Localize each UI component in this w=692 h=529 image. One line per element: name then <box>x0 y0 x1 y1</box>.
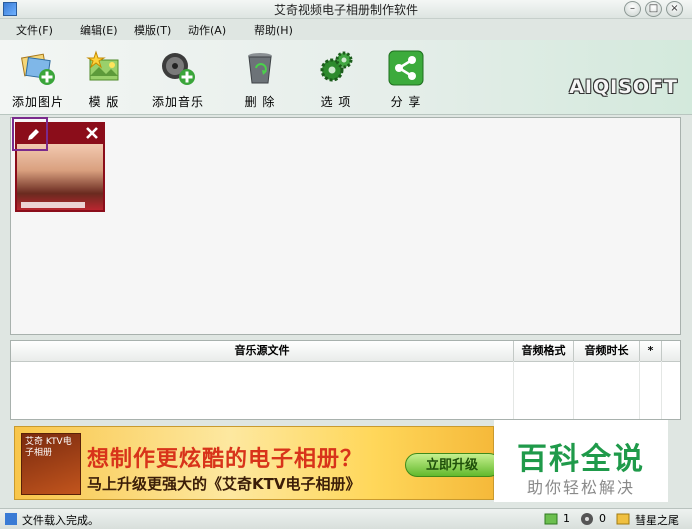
status-message: 文件载入完成。 <box>22 514 99 527</box>
template-status-icon <box>616 513 630 525</box>
status-bar: 文件载入完成。 1 0 彗星之尾 <box>0 508 692 529</box>
photo-thumbnail[interactable] <box>12 117 105 212</box>
music-count-icon <box>581 513 593 525</box>
options-label: 选 项 <box>320 95 352 109</box>
minimize-button[interactable]: – <box>624 1 641 17</box>
options-button[interactable]: 选 项 <box>304 46 368 112</box>
menu-file[interactable]: 文件(F) <box>16 22 53 38</box>
window-title: 艾奇视频电子相册制作软件 <box>273 3 418 17</box>
add-photo-icon <box>21 53 55 85</box>
delete-label: 删 除 <box>244 95 276 109</box>
template-button[interactable]: 模 版 <box>72 46 136 112</box>
add-music-button[interactable]: 添加音乐 <box>146 46 210 112</box>
column-divider <box>513 361 514 419</box>
photo-caption-strip <box>21 202 85 208</box>
menu-template[interactable]: 模版(T) <box>134 22 171 38</box>
column-divider <box>639 361 640 419</box>
toolbar: 添加图片 模 版 添加音乐 删 除 选 项 分 享 AIQISOFT <box>0 40 692 115</box>
remove-photo-icon[interactable] <box>85 126 99 140</box>
music-count: 0 <box>599 512 606 525</box>
column-divider <box>661 361 662 419</box>
watermark-title: 百科全说 <box>517 442 645 477</box>
col-star[interactable]: * <box>640 341 662 361</box>
share-label: 分 享 <box>390 95 422 109</box>
menu-edit[interactable]: 编辑(E) <box>80 22 118 38</box>
template-icon <box>86 50 119 81</box>
status-app-icon <box>5 513 17 525</box>
template-label: 模 版 <box>88 95 120 109</box>
add-music-icon <box>162 53 195 85</box>
brand-logo: AIQISOFT <box>569 76 678 98</box>
photo-image <box>17 144 103 210</box>
col-audio-format[interactable]: 音频格式 <box>514 341 574 361</box>
edit-highlight-box <box>12 117 48 151</box>
photo-count-icon <box>544 513 558 525</box>
gears-icon <box>320 51 353 82</box>
menu-action[interactable]: 动作(A) <box>188 22 226 38</box>
col-music-source[interactable]: 音乐源文件 <box>11 341 514 361</box>
music-table-header: 音乐源文件 音频格式 音频时长 * <box>11 341 680 362</box>
product-cover: 艾奇 KTV电子相册 <box>21 433 81 495</box>
delete-button[interactable]: 删 除 <box>228 46 292 112</box>
watermark: 百科全说 助你轻松解决 <box>494 420 668 502</box>
photo-list-panel[interactable] <box>10 117 681 335</box>
share-button[interactable]: 分 享 <box>374 46 438 112</box>
banner-subline: 马上升级更强大的《艾奇KTV电子相册》 <box>87 475 361 493</box>
column-divider <box>573 361 574 419</box>
maximize-button[interactable]: □ <box>645 1 662 17</box>
add-photo-label: 添加图片 <box>11 95 64 109</box>
banner-headline: 想制作更炫酷的电子相册？ <box>87 447 364 472</box>
menu-help[interactable]: 帮助(H) <box>254 22 293 38</box>
close-button[interactable]: × <box>666 1 683 17</box>
upgrade-banner[interactable]: 艾奇 KTV电子相册 想制作更炫酷的电子相册？ 马上升级更强大的《艾奇KTV电子… <box>14 426 501 500</box>
title-bar: 艾奇视频电子相册制作软件 – □ × <box>0 0 692 19</box>
upgrade-now-button[interactable]: 立即升级 <box>405 453 501 477</box>
photo-count: 1 <box>563 512 570 525</box>
watermark-subtitle: 助你轻松解决 <box>526 478 635 497</box>
add-photo-button[interactable]: 添加图片 <box>6 46 70 112</box>
col-audio-duration[interactable]: 音频时长 <box>574 341 640 361</box>
template-name: 彗星之尾 <box>635 514 679 527</box>
trash-icon <box>248 53 272 84</box>
menu-bar: 文件(F) 编辑(E) 模版(T) 动作(A) 帮助(H) <box>0 19 692 39</box>
music-table[interactable]: 音乐源文件 音频格式 音频时长 * <box>10 340 681 420</box>
add-music-label: 添加音乐 <box>151 95 204 109</box>
share-icon <box>388 50 424 86</box>
